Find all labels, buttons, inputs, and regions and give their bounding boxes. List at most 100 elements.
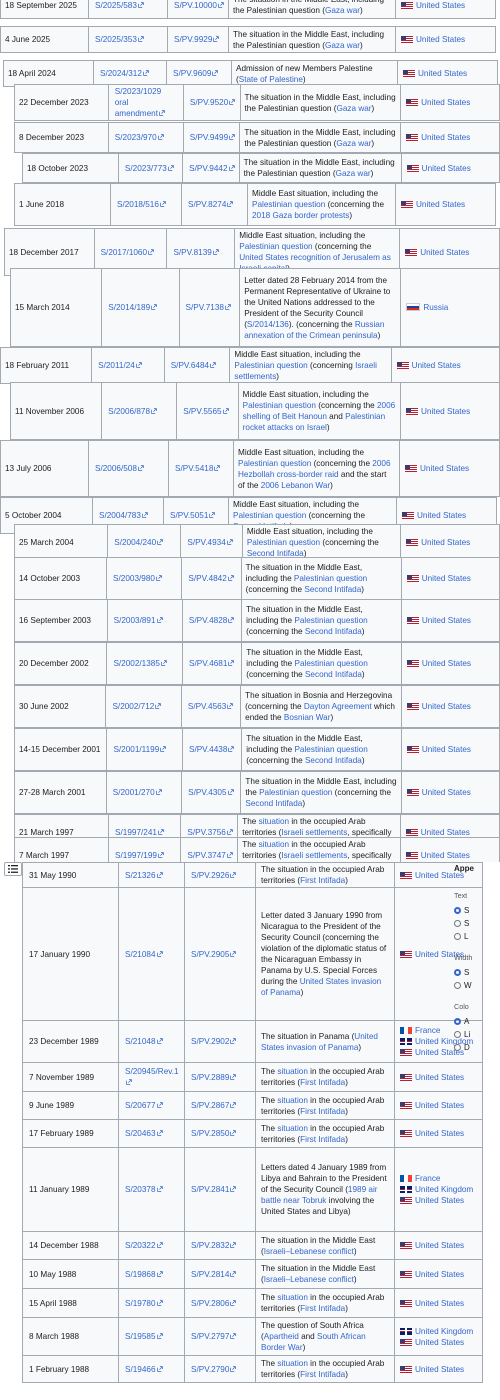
vetoing-member[interactable]: United States <box>406 744 495 755</box>
member-name[interactable]: United States <box>420 464 469 473</box>
subject-link[interactable]: Palestinian question <box>294 616 367 625</box>
color-option-0[interactable]: A <box>454 1017 469 1026</box>
member-name[interactable]: United States <box>421 98 470 107</box>
draft-resolution-link[interactable]: S/2004/240 <box>114 538 156 547</box>
vetoing-member[interactable]: United States <box>406 406 495 417</box>
meeting-record-link[interactable]: S/PV.2806 <box>191 1299 229 1308</box>
draft-resolution-link[interactable]: amendment <box>115 109 158 118</box>
vetoing-member[interactable]: United States <box>401 0 491 11</box>
subject-link[interactable]: Palestinian question <box>239 242 312 251</box>
member-name[interactable]: United States <box>415 1270 464 1279</box>
subject-link[interactable]: Second Intifada <box>305 627 362 636</box>
vetoing-member[interactable]: United States <box>400 1195 477 1206</box>
draft-resolution-link[interactable]: S/20378 <box>125 1185 156 1194</box>
meeting-record-link[interactable]: S/PV.2790 <box>191 1365 229 1374</box>
meeting-record-link[interactable]: S/PV.9499 <box>190 133 228 142</box>
vetoing-member[interactable]: United States <box>405 247 495 258</box>
vetoing-member[interactable]: United States <box>401 34 491 45</box>
draft-resolution-link[interactable]: S/21326 <box>125 871 156 880</box>
member-name[interactable]: United States <box>422 574 471 583</box>
member-name[interactable]: United States <box>422 788 471 797</box>
vetoing-member[interactable]: United States <box>400 1128 477 1139</box>
color-option-2[interactable]: D <box>454 1043 470 1052</box>
draft-resolution-link[interactable]: S/20677 <box>125 1101 156 1110</box>
subject-link[interactable]: Apartheid <box>264 1332 299 1341</box>
subject-link[interactable]: Dayton Agreement <box>304 702 372 711</box>
subject-link[interactable]: Palestinian question <box>247 538 320 547</box>
member-name[interactable]: United States <box>416 1 465 10</box>
subject-link[interactable]: First Intifada <box>300 1135 345 1144</box>
vetoing-member[interactable]: United States <box>406 537 495 548</box>
color-option-1[interactable]: Li <box>454 1030 470 1039</box>
member-name[interactable]: United Kingdom <box>415 1185 473 1194</box>
meeting-record-link[interactable]: S/PV.4934 <box>187 538 225 547</box>
subject-link[interactable]: First Intifada <box>300 1078 345 1087</box>
member-name[interactable]: United States <box>422 659 471 668</box>
subject-link[interactable]: situation <box>259 817 290 826</box>
subject-link[interactable]: Gaza war <box>325 41 360 50</box>
subject-link[interactable]: Palestinian question <box>238 459 311 468</box>
member-name[interactable]: United States <box>421 407 470 416</box>
text-option-0[interactable]: S <box>454 906 469 915</box>
draft-resolution-link[interactable]: S/20463 <box>125 1129 156 1138</box>
meeting-record-link[interactable]: S/PV.8139 <box>173 248 211 257</box>
draft-resolution-link[interactable]: S/1997/199 <box>115 851 157 860</box>
draft-resolution-link[interactable]: S/20322 <box>125 1241 156 1250</box>
subject-link[interactable]: Second Intifada <box>245 799 302 808</box>
member-name[interactable]: United States <box>415 1241 464 1250</box>
subject-link[interactable]: Palestinian question <box>234 361 307 370</box>
vetoing-member[interactable]: United States <box>405 463 495 474</box>
meeting-record-link[interactable]: S/PV.6484 <box>171 361 209 370</box>
draft-resolution-link[interactable]: S/2002/1385 <box>113 659 159 668</box>
vetoing-member[interactable]: United States <box>403 68 493 79</box>
subject-link[interactable]: Palestinian question <box>243 401 316 410</box>
meeting-record-link[interactable]: S/PV.9609 <box>173 69 211 78</box>
draft-resolution-link[interactable]: S/2017/1060 <box>101 248 147 257</box>
width-option-1[interactable]: W <box>454 981 472 990</box>
meeting-record-link[interactable]: S/PV.9442 <box>189 164 227 173</box>
member-name[interactable]: United States <box>415 1365 464 1374</box>
vetoing-member[interactable]: United States <box>406 163 495 174</box>
draft-resolution-link[interactable]: S/2018/516 <box>117 200 159 209</box>
subject-link[interactable]: situation <box>277 1359 308 1368</box>
subject-link[interactable]: Israeli–Lebanese conflict <box>264 1247 354 1256</box>
meeting-record-link[interactable]: S/PV.10000 <box>174 1 217 10</box>
vetoing-member[interactable]: United Kingdom <box>400 1184 477 1195</box>
meeting-record-link[interactable]: S/PV.2814 <box>191 1270 229 1279</box>
subject-link[interactable]: situation <box>277 1067 308 1076</box>
member-name[interactable]: United States <box>416 35 465 44</box>
subject-link[interactable]: Palestinian question <box>295 659 368 668</box>
subject-link[interactable]: Gaza war <box>336 139 371 148</box>
subject-link[interactable]: Gaza war <box>325 6 360 15</box>
vetoing-member[interactable]: United States <box>402 510 492 521</box>
subject-link[interactable]: 2018 Gaza border protests <box>252 211 349 220</box>
draft-resolution-link[interactable]: S/2023/773 <box>125 164 167 173</box>
subject-link[interactable]: First Intifada <box>300 876 345 885</box>
draft-resolution-link[interactable]: S/2024/312 <box>100 69 142 78</box>
draft-resolution-link[interactable]: S/2004/783 <box>99 511 141 520</box>
meeting-record-link[interactable]: S/PV.2902 <box>191 1037 229 1046</box>
member-name[interactable]: United States <box>422 164 471 173</box>
meeting-record-link[interactable]: S/PV.7138 <box>186 303 224 312</box>
subject-link[interactable]: Second Intifada <box>305 670 362 679</box>
subject-link[interactable]: situation <box>277 1124 308 1133</box>
vetoing-member[interactable]: United States <box>406 615 495 626</box>
subject-link[interactable]: First Intifada <box>300 1304 345 1313</box>
subject-link[interactable]: Palestinian question <box>233 511 306 520</box>
subject-link[interactable]: Gaza war <box>336 169 371 178</box>
member-name[interactable]: United States <box>415 1338 464 1347</box>
subject-link[interactable]: situation <box>259 840 290 849</box>
meeting-record-link[interactable]: S/PV.9520 <box>190 98 228 107</box>
subject-link[interactable]: Palestinian question <box>294 574 367 583</box>
member-name[interactable]: United States <box>421 538 470 547</box>
meeting-record-link[interactable]: S/PV.5418 <box>175 464 213 473</box>
draft-resolution-link[interactable]: S/2023/970 <box>115 133 157 142</box>
meeting-record-link[interactable]: S/PV.9929 <box>174 35 212 44</box>
subject-link[interactable]: First Intifada <box>300 1370 345 1379</box>
member-name[interactable]: United States <box>415 1299 464 1308</box>
subject-link[interactable]: S/2014/136 <box>247 320 289 329</box>
vetoing-member[interactable]: United States <box>400 1337 477 1348</box>
subject-link[interactable]: Second Intifada <box>304 585 361 594</box>
member-name[interactable]: United States <box>417 511 466 520</box>
subject-link[interactable]: Palestinian question <box>252 200 325 209</box>
